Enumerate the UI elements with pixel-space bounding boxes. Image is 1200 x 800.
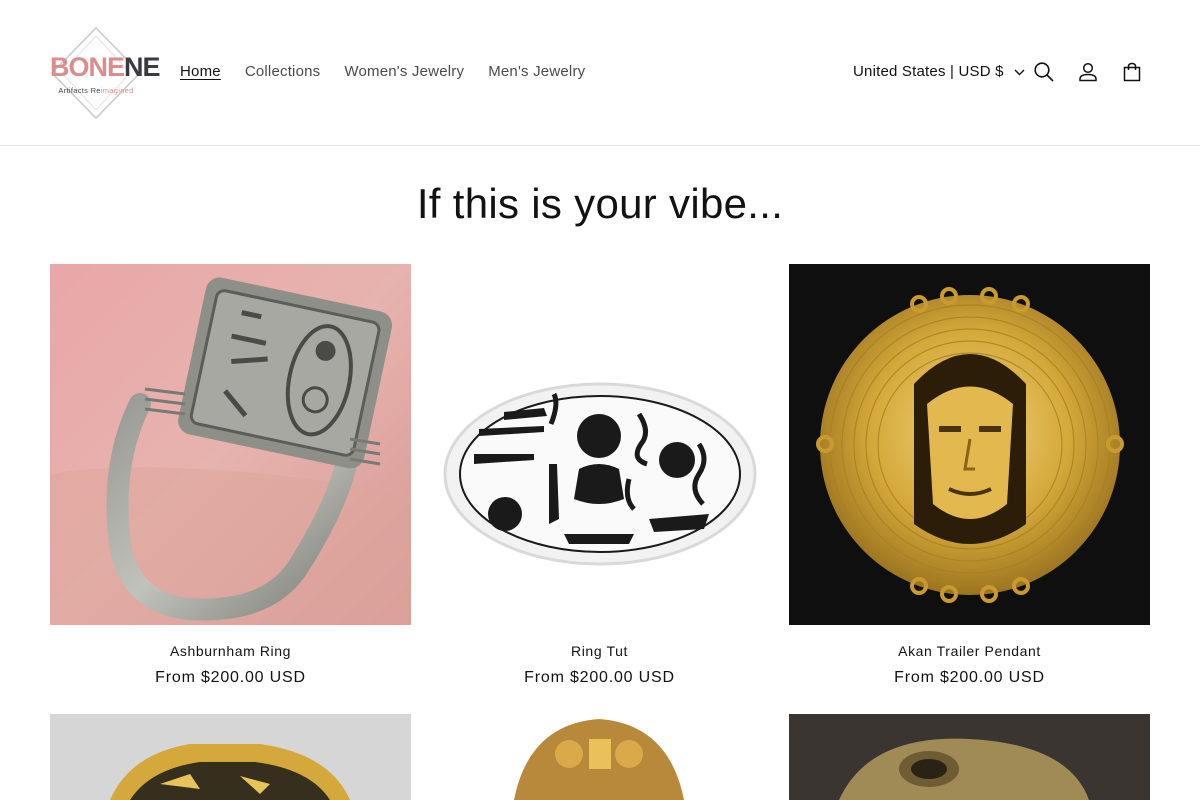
section-heading: If this is your vibe...: [416, 180, 784, 227]
logo-tagline: Artifacts Reimagined: [58, 86, 134, 95]
product-title[interactable]: Ring Tut: [419, 642, 780, 660]
chevron-down-icon: [1014, 69, 1025, 75]
product-image[interactable]: [789, 264, 1150, 625]
nav-item-mens-jewelry[interactable]: Men's Jewelry: [476, 60, 597, 84]
product-card[interactable]: Ring Tut From $200.00 USD: [419, 264, 780, 688]
product-card[interactable]: Ashburnham Ring From $200.00 USD: [50, 264, 411, 688]
product-image[interactable]: [50, 264, 411, 625]
nav-item-collections[interactable]: Collections: [233, 60, 333, 84]
logo-wordmark: BONENE: [50, 52, 161, 82]
nav-item-womens-jewelry[interactable]: Women's Jewelry: [332, 60, 476, 84]
account-icon: [1079, 62, 1097, 82]
cart-icon: [1123, 62, 1141, 82]
brand-logo[interactable]: BONENE Artifacts Reimagined: [50, 26, 161, 120]
product-image[interactable]: [419, 714, 780, 800]
product-title[interactable]: Akan Trailer Pendant: [789, 642, 1150, 660]
product-image[interactable]: [789, 714, 1150, 800]
product-price: From $200.00 USD: [524, 669, 675, 686]
cart-button[interactable]: [1118, 58, 1146, 86]
product-title[interactable]: Ashburnham Ring: [50, 642, 411, 660]
product-price: From $200.00 USD: [894, 669, 1045, 686]
search-button[interactable]: [1030, 58, 1058, 86]
account-button[interactable]: [1074, 58, 1102, 86]
locale-label: United States | USD $: [853, 63, 1004, 80]
product-image[interactable]: [419, 264, 780, 625]
main-nav: Home Collections Women's Jewelry Men's J…: [168, 60, 597, 84]
search-icon: [1034, 62, 1054, 82]
product-card[interactable]: Akan Trailer Pendant From $200.00 USD: [789, 264, 1150, 688]
product-image[interactable]: [50, 714, 411, 800]
product-price: From $200.00 USD: [155, 669, 306, 686]
site-header: BONENE Artifacts Reimagined Home Collect…: [0, 0, 1200, 146]
nav-item-home[interactable]: Home: [168, 60, 233, 84]
locale-selector[interactable]: United States | USD $: [853, 60, 1025, 84]
